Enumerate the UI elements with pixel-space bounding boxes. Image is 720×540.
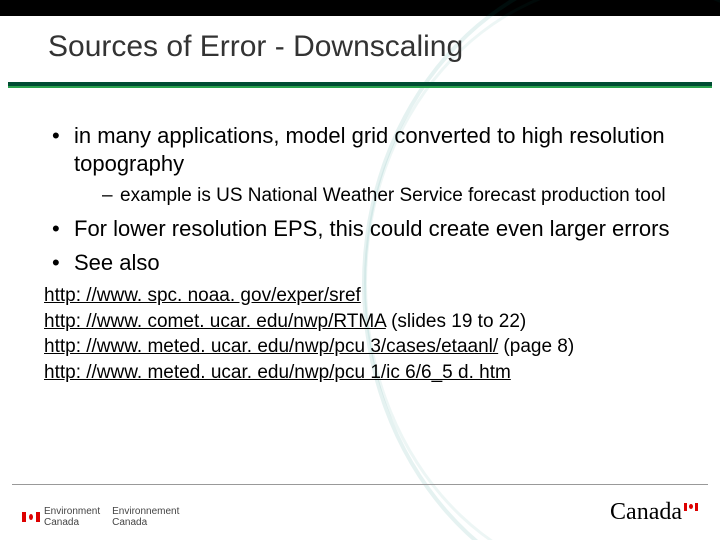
slide-footer: Environment Canada Environnement Canada … bbox=[0, 484, 720, 540]
link-line-1: http: //www. spc. noaa. gov/exper/sref bbox=[44, 283, 690, 309]
link-line-3: http: //www. meted. ucar. edu/nwp/pcu 3/… bbox=[44, 334, 690, 360]
dept-english: Environment Canada bbox=[44, 506, 100, 528]
canada-flag-icon bbox=[22, 512, 40, 522]
links-block: http: //www. spc. noaa. gov/exper/sref h… bbox=[44, 283, 690, 386]
link-2[interactable]: http: //www. comet. ucar. edu/nwp/RTMA bbox=[44, 311, 386, 332]
bullet-1-text: in many applications, model grid convert… bbox=[74, 123, 665, 176]
link-line-2: http: //www. comet. ucar. edu/nwp/RTMA (… bbox=[44, 309, 690, 335]
bullet-3: See also bbox=[44, 249, 690, 277]
title-divider bbox=[8, 82, 712, 88]
dept-french: Environnement Canada bbox=[112, 506, 179, 528]
link-3-suffix: (page 8) bbox=[498, 336, 574, 357]
env-en: Environment bbox=[44, 506, 100, 517]
canada-flag-icon bbox=[684, 503, 698, 511]
footer-divider bbox=[12, 484, 708, 485]
top-strip bbox=[0, 0, 720, 16]
link-2-suffix: (slides 19 to 22) bbox=[386, 311, 526, 332]
wordmark-text: Canada bbox=[610, 499, 682, 526]
gov-signature: Environment Canada Environnement Canada bbox=[22, 506, 191, 528]
can-fr: Canada bbox=[112, 517, 179, 528]
bullet-list: in many applications, model grid convert… bbox=[44, 122, 690, 277]
link-3[interactable]: http: //www. meted. ucar. edu/nwp/pcu 3/… bbox=[44, 336, 498, 357]
env-fr: Environnement bbox=[112, 506, 179, 517]
bullet-1: in many applications, model grid convert… bbox=[44, 122, 690, 209]
sub-list-1: example is US National Weather Service f… bbox=[74, 184, 690, 208]
link-line-4: http: //www. meted. ucar. edu/nwp/pcu 1/… bbox=[44, 360, 690, 386]
slide-title: Sources of Error - Downscaling bbox=[48, 30, 463, 64]
link-1[interactable]: http: //www. spc. noaa. gov/exper/sref bbox=[44, 285, 361, 306]
bullet-2: For lower resolution EPS, this could cre… bbox=[44, 215, 690, 243]
can-en: Canada bbox=[44, 517, 100, 528]
presentation-slide: Sources of Error - Downscaling in many a… bbox=[0, 0, 720, 540]
sub-bullet-1: example is US National Weather Service f… bbox=[74, 184, 690, 208]
canada-wordmark: Canada bbox=[610, 499, 698, 526]
slide-body: in many applications, model grid convert… bbox=[44, 122, 690, 386]
link-4[interactable]: http: //www. meted. ucar. edu/nwp/pcu 1/… bbox=[44, 362, 511, 383]
